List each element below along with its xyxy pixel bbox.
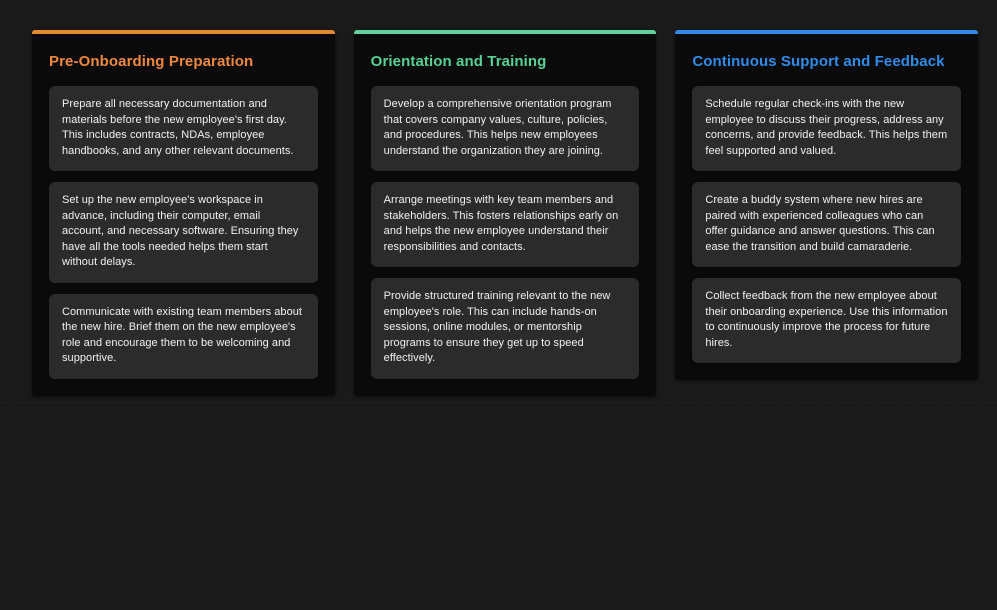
task-card[interactable]: Develop a comprehensive orientation prog… bbox=[370, 86, 640, 172]
onboarding-board: Pre-Onboarding Preparation Prepare all ne… bbox=[32, 30, 979, 396]
column-title: Orientation and Training bbox=[370, 53, 547, 70]
task-card-text: Develop a comprehensive orientation prog… bbox=[383, 98, 612, 157]
column-title: Pre-Onboarding Preparation bbox=[49, 53, 254, 70]
task-card[interactable]: Communicate with existing team members a… bbox=[49, 293, 318, 379]
task-card[interactable]: Create a buddy system where new hires ar… bbox=[692, 182, 962, 268]
task-card[interactable]: Arrange meetings with key team members a… bbox=[370, 182, 640, 268]
task-card[interactable]: Collect feedback from the new employee a… bbox=[692, 278, 962, 364]
task-card[interactable]: Schedule regular check-ins with the new … bbox=[692, 86, 962, 172]
board-column: Pre-Onboarding Preparation Prepare all ne… bbox=[32, 30, 335, 396]
task-card[interactable]: Set up the new employee's workspace in a… bbox=[49, 182, 318, 283]
task-card-text: Provide structured training relevant to … bbox=[383, 290, 611, 365]
column-title: Continuous Support and Feedback bbox=[692, 53, 945, 70]
task-card-text: Set up the new employee's workspace in a… bbox=[62, 194, 299, 269]
board-column: Orientation and Training Develop a compre… bbox=[353, 30, 657, 396]
board-column: Continuous Support and Feedback Schedule … bbox=[675, 30, 979, 381]
task-card-text: Communicate with existing team members a… bbox=[62, 305, 303, 365]
task-card-text: Schedule regular check-ins with the new … bbox=[705, 98, 948, 157]
task-card[interactable]: Prepare all necessary documentation and … bbox=[49, 86, 318, 172]
task-card-text: Arrange meetings with key team members a… bbox=[383, 194, 619, 253]
task-card-text: Collect feedback from the new employee a… bbox=[705, 290, 948, 349]
section-divider bbox=[0, 402, 997, 403]
task-card[interactable]: Provide structured training relevant to … bbox=[370, 278, 640, 379]
task-card-text: Create a buddy system where new hires ar… bbox=[705, 194, 935, 253]
task-card-text: Prepare all necessary documentation and … bbox=[62, 98, 294, 157]
